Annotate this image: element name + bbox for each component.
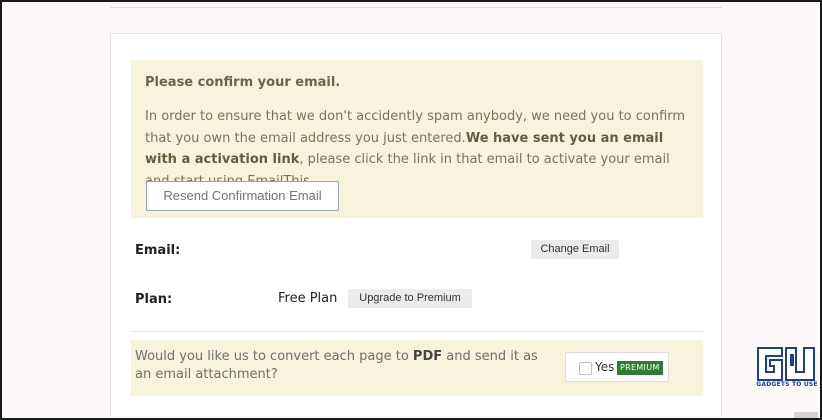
email-value bbox=[270, 233, 515, 273]
plan-value: Free Plan bbox=[278, 291, 338, 306]
pdf-text-start: Would you like us to convert each page t… bbox=[135, 349, 413, 364]
settings-card: Please confirm your email. In order to e… bbox=[110, 33, 722, 416]
premium-badge: PREMIUM bbox=[617, 361, 663, 375]
plan-label: Plan: bbox=[135, 292, 173, 307]
upgrade-premium-button[interactable]: Upgrade to Premium bbox=[348, 289, 472, 308]
pdf-option-row: Would you like us to convert each page t… bbox=[131, 340, 703, 396]
pdf-option-text: Would you like us to convert each page t… bbox=[135, 348, 545, 384]
resend-confirmation-button[interactable]: Resend Confirmation Email bbox=[146, 181, 339, 211]
pdf-checkbox[interactable] bbox=[579, 362, 592, 375]
previous-card-edge bbox=[110, 2, 722, 8]
section-divider bbox=[131, 331, 703, 332]
confirm-email-notice: Please confirm your email. In order to e… bbox=[131, 60, 703, 218]
change-email-button[interactable]: Change Email bbox=[531, 240, 619, 259]
logo-accent bbox=[790, 354, 794, 366]
page: Please confirm your email. In order to e… bbox=[2, 2, 820, 418]
watermark-caption: GADGETS TO USE bbox=[756, 381, 818, 388]
logo-g-shape bbox=[757, 347, 783, 381]
pdf-checkbox-label[interactable]: Yes bbox=[595, 360, 614, 374]
notice-title: Please confirm your email. bbox=[145, 75, 341, 90]
scrollbar-corner[interactable] bbox=[794, 412, 818, 418]
pdf-text-bold: PDF bbox=[412, 349, 443, 364]
notice-body: In order to ensure that we don't acciden… bbox=[145, 106, 697, 192]
email-label: Email: bbox=[135, 243, 181, 258]
pdf-option-control: Yes PREMIUM bbox=[565, 352, 669, 382]
